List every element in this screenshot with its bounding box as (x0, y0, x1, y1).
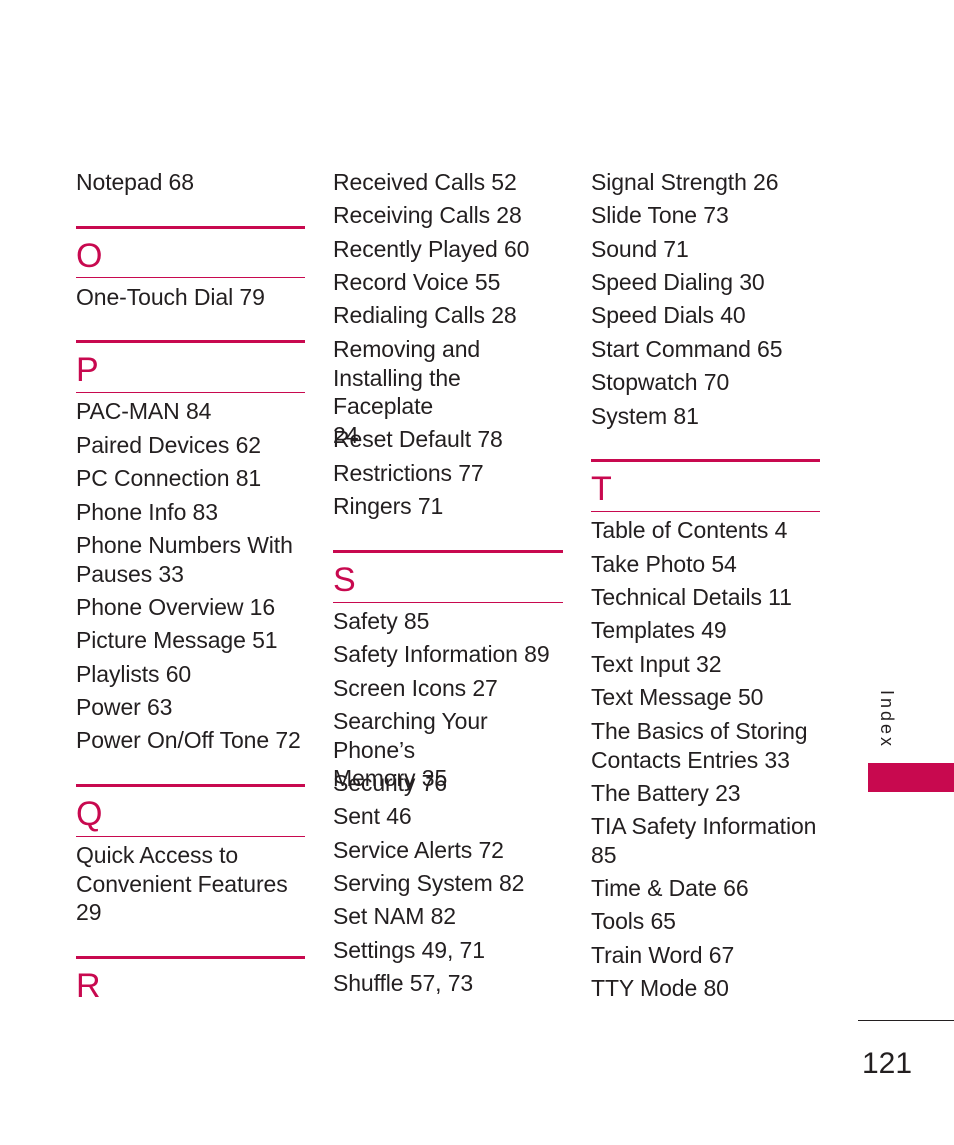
index-entry: Phone Overview 16 (76, 594, 276, 620)
index-entry: Safety 85 (333, 608, 430, 634)
section-side-label: Index (877, 690, 897, 750)
index-entry: The Basics of Storing Contacts Entries 3… (591, 718, 808, 773)
section-letter-p: P (76, 351, 99, 389)
section-tab-marker (868, 763, 954, 792)
section-divider-thick (333, 550, 563, 553)
index-entry: Shuffle 57, 73 (333, 970, 474, 996)
index-entry: Stopwatch 70 (591, 369, 730, 395)
section-divider-thin (591, 511, 820, 512)
index-entry: Power 63 (76, 694, 173, 720)
index-entry: Tools 65 (591, 908, 676, 934)
index-entry: Phone Info 83 (76, 499, 218, 525)
index-entry: Playlists 60 (76, 661, 192, 687)
section-letter-s: S (333, 561, 356, 599)
index-entry: Service Alerts 72 (333, 837, 504, 863)
index-entry: Notepad 68 (76, 169, 194, 195)
index-entry: Signal Strength 26 (591, 169, 779, 195)
section-divider-thick (591, 459, 820, 462)
index-entry: Start Command 65 (591, 336, 783, 362)
section-letter-q: Q (76, 795, 103, 833)
index-entry: Received Calls 52 (333, 169, 517, 195)
index-entry: Set NAM 82 (333, 903, 456, 929)
index-entry: PAC-MAN 84 (76, 398, 212, 424)
index-entry: Table of Contents 4 (591, 517, 788, 543)
section-divider-thick (76, 340, 305, 343)
index-entry: TIA Safety Information 85 (591, 813, 817, 868)
index-entry: Record Voice 55 (333, 269, 501, 295)
index-entry: Time & Date 66 (591, 875, 749, 901)
section-divider-thin (76, 392, 305, 393)
index-entry: Redialing Calls 28 (333, 302, 517, 328)
index-entry: Text Input 32 (591, 651, 722, 677)
index-entry: Sent 46 (333, 803, 412, 829)
index-entry: Receiving Calls 28 (333, 202, 522, 228)
section-divider-thin (76, 277, 305, 278)
section-letter-t: T (591, 470, 612, 508)
index-entry: Safety Information 89 (333, 641, 550, 667)
index-entry: Restrictions 77 (333, 460, 484, 486)
section-divider-thin (76, 836, 305, 837)
index-entry: Phone Numbers With Pauses 33 (76, 532, 293, 587)
index-entry: Power On/Off Tone 72 (76, 727, 301, 753)
index-entry: Recently Played 60 (333, 236, 530, 262)
section-divider-thick (76, 784, 305, 787)
index-entry: Slide Tone 73 (591, 202, 729, 228)
index-entry: Sound 71 (591, 236, 689, 262)
index-entry: Train Word 67 (591, 942, 735, 968)
index-entry: Settings 49, 71 (333, 937, 485, 963)
index-entry: The Battery 23 (591, 780, 741, 806)
index-entry: Take Photo 54 (591, 551, 737, 577)
section-divider-thick (76, 226, 305, 229)
page-number: 121 (862, 1047, 913, 1080)
index-entry: Ringers 71 (333, 493, 444, 519)
index-entry: System 81 (591, 403, 699, 429)
index-entry: Picture Message 51 (76, 627, 278, 653)
page-number-divider (858, 1020, 954, 1021)
index-entry: Security 76 (333, 770, 447, 796)
section-letter-r: R (76, 967, 101, 1005)
index-entry: PC Connection 81 (76, 465, 262, 491)
index-entry: Reset Default 78 (333, 426, 503, 452)
index-entry: Serving System 82 (333, 870, 525, 896)
index-entry: One-Touch Dial 79 (76, 284, 265, 310)
index-entry: Paired Devices 62 (76, 432, 261, 458)
section-divider-thin (333, 602, 563, 603)
index-entry: Speed Dials 40 (591, 302, 746, 328)
index-entry: Speed Dialing 30 (591, 269, 765, 295)
index-entry: Technical Details 11 (591, 584, 792, 610)
index-entry: TTY Mode 80 (591, 975, 729, 1001)
section-letter-o: O (76, 237, 103, 275)
index-entry: Templates 49 (591, 617, 727, 643)
index-entry: Screen Icons 27 (333, 675, 498, 701)
section-divider-thick (76, 956, 305, 959)
index-entry: Quick Access to Convenient Features 29 (76, 842, 288, 925)
index-entry: Text Message 50 (591, 684, 764, 710)
